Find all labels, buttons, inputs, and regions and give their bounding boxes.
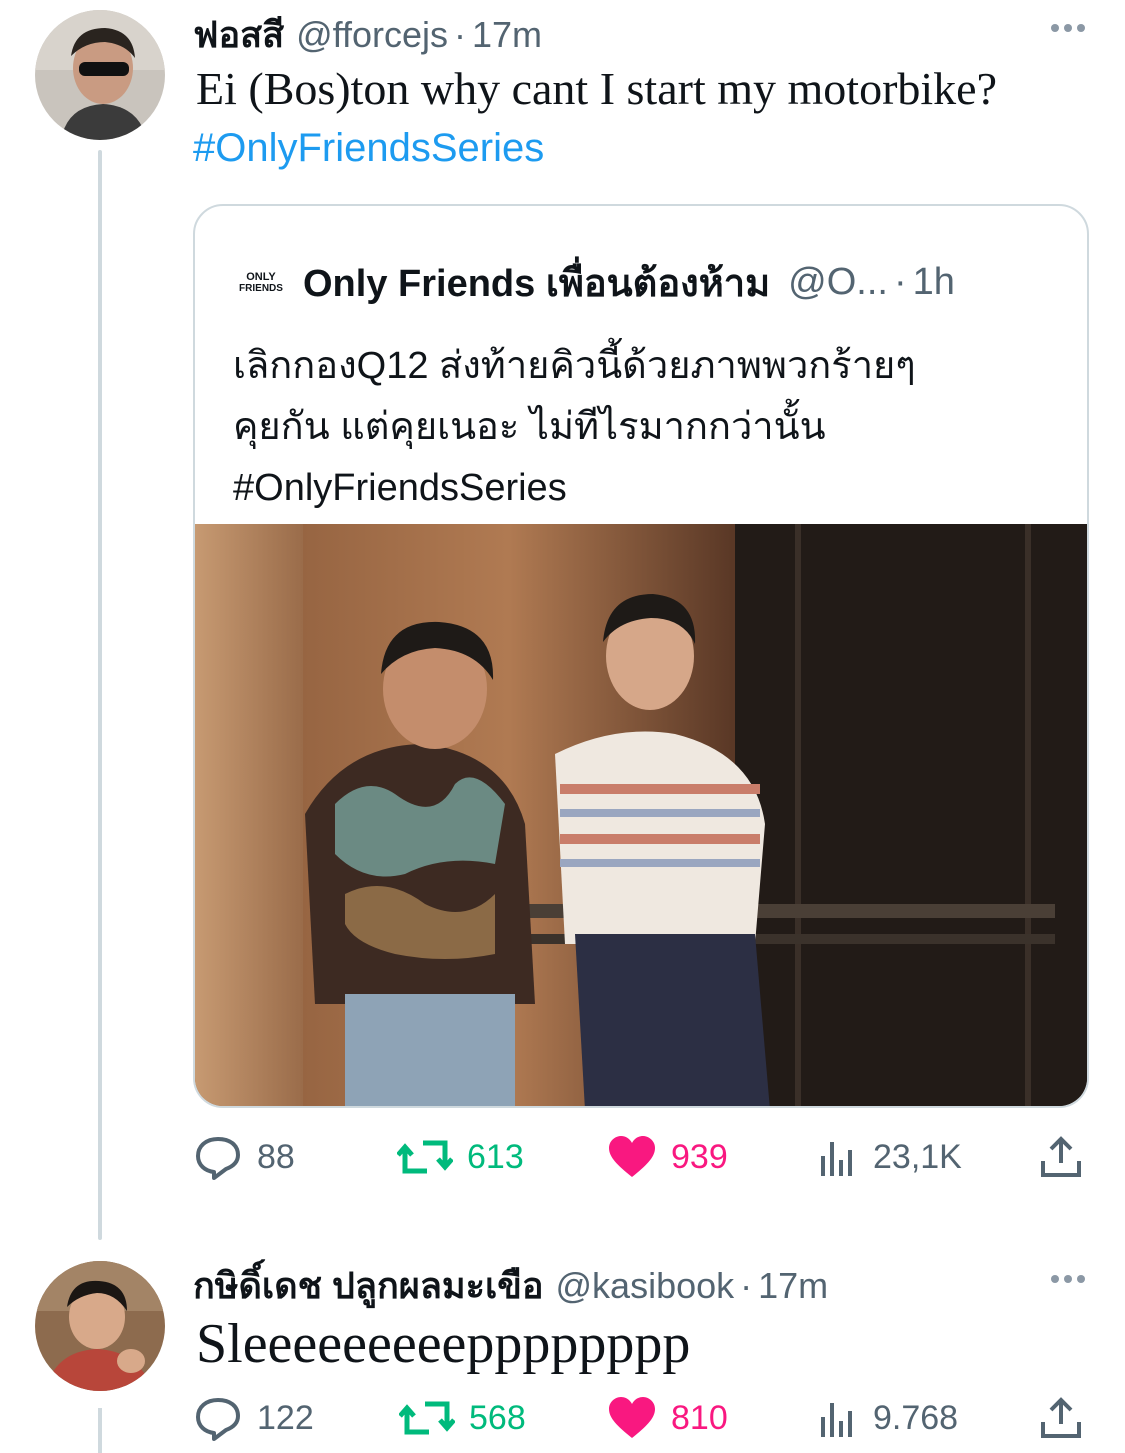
separator-dot: · <box>454 14 466 55</box>
retweet-button[interactable]: 568 <box>399 1393 526 1443</box>
like-button[interactable]: 939 <box>607 1132 728 1182</box>
separator-dot: · <box>740 1265 753 1306</box>
views-icon <box>821 1403 852 1437</box>
tweet-text: Sleeeeeeeeepppppppp <box>196 1313 691 1375</box>
reply-count: 122 <box>257 1398 314 1437</box>
username[interactable]: @fforcejs <box>296 14 448 56</box>
reply-icon <box>196 1398 240 1441</box>
avatar[interactable] <box>35 10 165 140</box>
share-button[interactable] <box>1039 1132 1083 1182</box>
hashtag-link[interactable]: #OnlyFriendsSeries <box>193 126 544 171</box>
username[interactable]: @kasibook <box>556 1265 735 1307</box>
reply-button[interactable]: 122 <box>193 1393 314 1443</box>
display-name[interactable]: ฟอสสี <box>193 6 284 63</box>
separator-dot: · <box>893 261 907 303</box>
quoted-media-photo[interactable] <box>195 524 1089 1108</box>
reply-icon <box>196 1137 240 1180</box>
tweet-actions-bar: 122 568 810 9.768 <box>193 1393 1093 1443</box>
avatar[interactable] <box>35 1261 165 1391</box>
avatar-photo <box>35 1261 165 1391</box>
views-button[interactable]: 9.768 <box>817 1393 958 1443</box>
thread-connector <box>98 150 102 1240</box>
like-count: 939 <box>671 1137 728 1176</box>
like-count: 810 <box>671 1398 728 1437</box>
quoted-tweet-header: ONLY FRIENDS Only Friends เพื่อนต้องห้าม… <box>233 252 955 313</box>
quoted-display-name[interactable]: Only Friends เพื่อนต้องห้าม <box>303 252 770 313</box>
more-options-icon[interactable] <box>1051 24 1085 32</box>
logo-text-line2: FRIENDS <box>239 282 283 294</box>
reply-count: 88 <box>257 1137 295 1176</box>
like-button[interactable]: 810 <box>607 1393 728 1443</box>
tweet-text: Ei (Bos)ton why cant I start my motorbik… <box>196 63 998 114</box>
retweet-icon <box>397 1140 453 1174</box>
view-count: 23,1K <box>873 1137 962 1176</box>
share-icon <box>1041 1397 1081 1438</box>
tweet-header: กษิดิ์เดช ปลูกผลมะเขือ @kasibook · 17m <box>193 1257 828 1314</box>
display-name[interactable]: กษิดิ์เดช ปลูกผลมะเขือ <box>193 1257 544 1314</box>
retweet-icon <box>399 1401 455 1435</box>
thread-connector <box>98 1408 102 1453</box>
timestamp[interactable]: 17m <box>758 1265 828 1307</box>
share-icon <box>1041 1136 1081 1177</box>
heart-icon <box>609 1136 655 1177</box>
heart-icon <box>609 1397 655 1438</box>
quoted-tweet-text: เลิกกองQ12 ส่งท้ายคิวนี้ด้วยภาพพวกร้ายๆ … <box>233 336 1073 519</box>
quoted-hashtag[interactable]: #OnlyFriendsSeries <box>233 458 1073 519</box>
quoted-tweet-card[interactable]: ONLY FRIENDS Only Friends เพื่อนต้องห้าม… <box>193 204 1089 1108</box>
timestamp[interactable]: 17m <box>472 14 542 56</box>
view-count: 9.768 <box>873 1398 959 1437</box>
quoted-text-line: เลิกกองQ12 ส่งท้ายคิวนี้ด้วยภาพพวกร้ายๆ <box>233 345 916 387</box>
views-icon <box>821 1142 852 1176</box>
quoted-username[interactable]: @O... <box>788 261 888 304</box>
logo-text-line1: ONLY <box>246 270 276 283</box>
tweet-actions-bar: 88 613 939 23,1K <box>193 1132 1093 1182</box>
views-button[interactable]: 23,1K <box>817 1132 962 1182</box>
share-button[interactable] <box>1039 1393 1083 1443</box>
more-options-icon[interactable] <box>1051 1275 1085 1283</box>
retweet-count: 568 <box>469 1398 526 1437</box>
tweet-header: ฟอสสี @fforcejs · 17m <box>193 6 542 63</box>
only-friends-logo: ONLY FRIENDS <box>233 268 289 298</box>
retweet-button[interactable]: 613 <box>397 1132 524 1182</box>
avatar-photo <box>35 10 165 140</box>
quoted-text-line: คุยกัน แต่คุยเนอะ ไม่ทีไรมากกว่านั้น <box>233 406 826 448</box>
retweet-count: 613 <box>467 1137 524 1176</box>
quoted-timestamp[interactable]: 1h <box>913 261 955 304</box>
reply-button[interactable]: 88 <box>193 1132 295 1182</box>
